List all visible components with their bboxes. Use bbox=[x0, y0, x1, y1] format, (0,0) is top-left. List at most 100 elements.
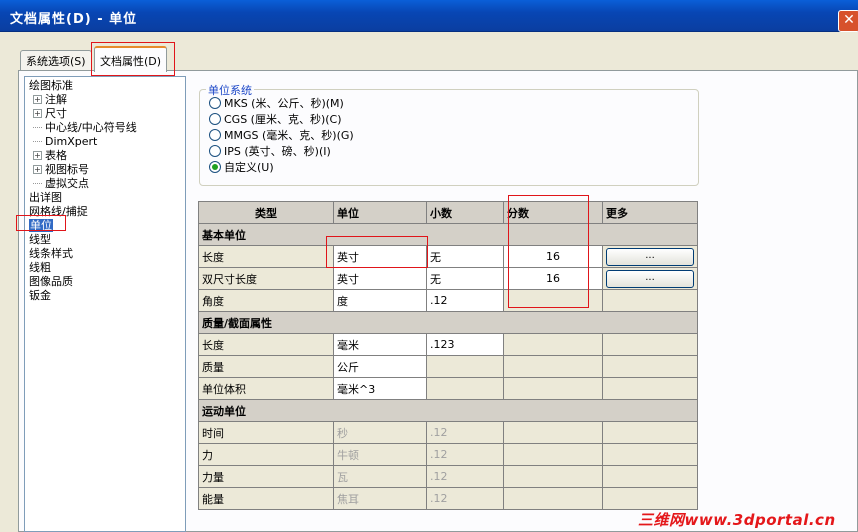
close-button[interactable]: ✕ bbox=[838, 10, 858, 32]
radio-button[interactable] bbox=[209, 145, 221, 157]
radio-button[interactable] bbox=[209, 113, 221, 125]
type-cell: 长度 bbox=[198, 333, 334, 356]
decimals-cell bbox=[426, 377, 504, 400]
unit-cell[interactable]: 毫米 bbox=[333, 333, 427, 356]
tree-item[interactable]: 线型 bbox=[29, 233, 51, 247]
table-header-row: 类型 单位 小数 分数 更多 bbox=[198, 201, 698, 224]
unit-system-option[interactable]: MMGS (毫米、克、秒)(G) bbox=[209, 128, 354, 143]
radio-label: MKS (米、公斤、秒)(M) bbox=[224, 97, 344, 110]
close-icon: ✕ bbox=[843, 12, 855, 28]
decimals-cell[interactable]: .123 bbox=[426, 333, 504, 356]
tree-item-label: 绘图标准 bbox=[29, 79, 73, 92]
tree-connector bbox=[33, 127, 42, 128]
unit-cell[interactable]: 公斤 bbox=[333, 355, 427, 378]
unit-system-option[interactable]: 自定义(U) bbox=[209, 160, 274, 175]
unit-cell[interactable]: 度 bbox=[333, 289, 427, 312]
more-cell bbox=[602, 377, 698, 400]
unit-system-option[interactable]: CGS (厘米、克、秒)(C) bbox=[209, 112, 342, 127]
type-cell: 能量 bbox=[198, 487, 334, 510]
more-button[interactable]: ... bbox=[606, 269, 694, 288]
decimals-cell[interactable]: 无 bbox=[426, 267, 504, 290]
type-cell: 角度 bbox=[198, 289, 334, 312]
fractions-cell bbox=[503, 487, 603, 510]
column-header-decimals: 小数 bbox=[426, 201, 504, 224]
more-cell bbox=[602, 289, 698, 312]
type-cell: 质量 bbox=[198, 355, 334, 378]
units-table: 类型 单位 小数 分数 更多 基本单位 长度 英寸无 16... 双尺寸长度 英寸无 16... 角度度… bbox=[198, 201, 698, 510]
tree-item[interactable]: + 尺寸 bbox=[33, 107, 67, 121]
unit-cell: 牛顿 bbox=[333, 443, 427, 466]
unit-cell[interactable]: 英寸 bbox=[333, 267, 427, 290]
unit-cell[interactable]: 毫米^3 bbox=[333, 377, 427, 400]
expand-icon[interactable]: + bbox=[33, 151, 42, 160]
decimals-cell: .12 bbox=[426, 487, 504, 510]
unit-system-option[interactable]: MKS (米、公斤、秒)(M) bbox=[209, 96, 344, 111]
unit-cell: 焦耳 bbox=[333, 487, 427, 510]
tree-item[interactable]: 虚拟交点 bbox=[33, 177, 89, 191]
tab-system-options[interactable]: 系统选项(S) bbox=[20, 50, 92, 70]
tree-item[interactable]: 线粗 bbox=[29, 261, 51, 275]
expand-icon[interactable]: + bbox=[33, 165, 42, 174]
table-row: 力量瓦 .12 bbox=[198, 465, 698, 488]
tree-item-label: 尺寸 bbox=[45, 107, 67, 120]
tree-item-label: 中心线/中心符号线 bbox=[45, 121, 137, 134]
tree-item-label: 虚拟交点 bbox=[45, 177, 89, 190]
table-row: 质量 公斤 bbox=[198, 355, 698, 378]
type-cell: 力量 bbox=[198, 465, 334, 488]
table-row: 角度度 .12 bbox=[198, 289, 698, 312]
more-cell: ... bbox=[602, 267, 698, 290]
unit-cell: 瓦 bbox=[333, 465, 427, 488]
watermark: 三维网www.3dportal.cn bbox=[638, 511, 836, 529]
more-cell bbox=[602, 333, 698, 356]
type-cell: 时间 bbox=[198, 421, 334, 444]
radio-button[interactable] bbox=[209, 129, 221, 141]
more-cell bbox=[602, 443, 698, 466]
type-cell: 长度 bbox=[198, 245, 334, 268]
radio-label: IPS (英寸、磅、秒)(I) bbox=[224, 145, 331, 158]
decimals-cell: .12 bbox=[426, 421, 504, 444]
tree-item[interactable]: + 表格 bbox=[33, 149, 67, 163]
highlight-units-item bbox=[16, 215, 66, 231]
column-header-unit: 单位 bbox=[333, 201, 427, 224]
section-row: 基本单位 bbox=[198, 223, 698, 246]
type-cell: 双尺寸长度 bbox=[198, 267, 334, 290]
tree-item-label: 表格 bbox=[45, 149, 67, 162]
highlight-fractions-column bbox=[508, 195, 589, 308]
tab-document-properties[interactable]: 文档属性(D) bbox=[94, 46, 168, 72]
tree-item[interactable]: DimXpert bbox=[33, 135, 97, 149]
tree-item[interactable]: 线条样式 bbox=[29, 247, 73, 261]
tree-item[interactable]: 中心线/中心符号线 bbox=[33, 121, 137, 135]
radio-button[interactable] bbox=[209, 161, 221, 173]
tree-item[interactable]: + 视图标号 bbox=[33, 163, 89, 177]
unit-system-option[interactable]: IPS (英寸、磅、秒)(I) bbox=[209, 144, 331, 159]
decimals-cell[interactable]: 无 bbox=[426, 245, 504, 268]
fractions-cell bbox=[503, 333, 603, 356]
section-title: 基本单位 bbox=[198, 223, 698, 246]
expand-icon[interactable]: + bbox=[33, 95, 42, 104]
table-row: 力牛顿 .12 bbox=[198, 443, 698, 466]
radio-button[interactable] bbox=[209, 97, 221, 109]
tree-item[interactable]: + 注解 bbox=[33, 93, 67, 107]
fractions-cell bbox=[503, 377, 603, 400]
more-cell bbox=[602, 355, 698, 378]
settings-tree[interactable]: 绘图标准 + 注解 + 尺寸 中心线/中心符号线 DimXpert + 表格 + 视图标号 虚拟交点出… bbox=[24, 76, 186, 532]
decimals-cell bbox=[426, 355, 504, 378]
more-cell bbox=[602, 465, 698, 488]
tree-item-label: 视图标号 bbox=[45, 163, 89, 176]
tree-item[interactable]: 钣金 bbox=[29, 289, 51, 303]
tree-item[interactable]: 图像品质 bbox=[29, 275, 73, 289]
more-button[interactable]: ... bbox=[606, 247, 694, 266]
tree-item-label: 图像品质 bbox=[29, 275, 73, 288]
more-cell bbox=[602, 487, 698, 510]
tree-connector bbox=[33, 141, 42, 142]
unit-system-group: 单位系统 MKS (米、公斤、秒)(M) CGS (厘米、克、秒)(C) MMGS … bbox=[199, 82, 699, 186]
tree-item[interactable]: 绘图标准 bbox=[29, 79, 73, 93]
decimals-cell[interactable]: .12 bbox=[426, 289, 504, 312]
tree-item[interactable]: 出详图 bbox=[29, 191, 62, 205]
column-header-more: 更多 bbox=[602, 201, 698, 224]
window-title: 文档属性(D) - 单位 bbox=[10, 12, 138, 27]
table-row: 长度 毫米 .123 bbox=[198, 333, 698, 356]
tree-item-label: 出详图 bbox=[29, 191, 62, 204]
section-title: 质量/截面属性 bbox=[198, 311, 698, 334]
expand-icon[interactable]: + bbox=[33, 109, 42, 118]
